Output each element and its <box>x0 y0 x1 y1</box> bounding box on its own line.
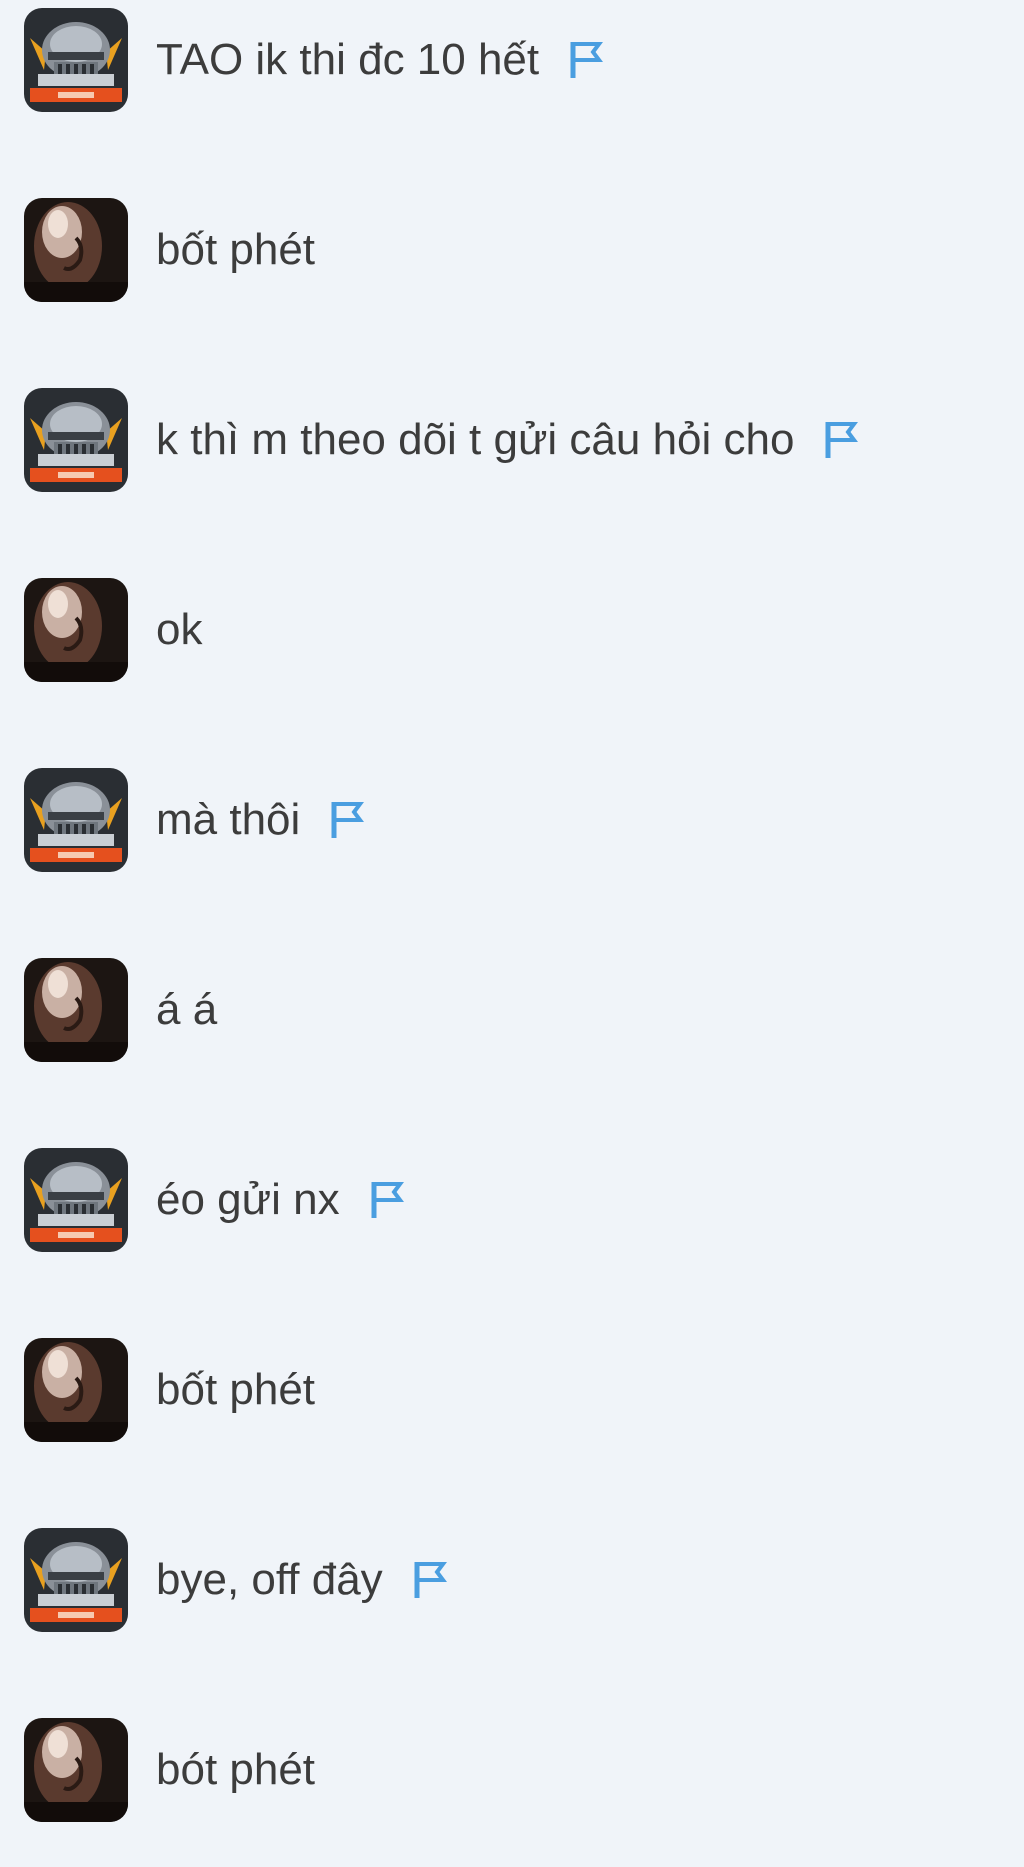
chat-message-row: bốt phét <box>0 1330 1024 1450</box>
bald-man-avatar-icon[interactable] <box>24 1338 128 1442</box>
chat-message-row: á á <box>0 950 1024 1070</box>
message-text: bốt phét <box>156 225 316 274</box>
message-text: éo gửi nx <box>156 1175 340 1224</box>
chat-message-list: TAO ik thi đc 10 hết bốt phét k thì m th… <box>0 0 1024 1867</box>
robot-avatar-icon[interactable] <box>24 8 128 112</box>
chat-message-row: ok <box>0 570 1024 690</box>
chat-message-row: bót phét <box>0 1710 1024 1830</box>
report-flag-icon[interactable] <box>567 38 607 82</box>
bald-man-avatar-icon[interactable] <box>24 1718 128 1822</box>
message-text: bót phét <box>156 1745 316 1794</box>
robot-avatar-icon[interactable] <box>24 768 128 872</box>
message-text: bốt phét <box>156 1365 316 1414</box>
message-text: k thì m theo dõi t gửi câu hỏi cho <box>156 415 795 464</box>
report-flag-icon[interactable] <box>822 418 862 462</box>
chat-message-row: éo gửi nx <box>0 1140 1024 1260</box>
report-flag-icon[interactable] <box>368 1178 408 1222</box>
message-text: á á <box>156 985 218 1034</box>
bald-man-avatar-icon[interactable] <box>24 198 128 302</box>
report-flag-icon[interactable] <box>328 798 368 842</box>
robot-avatar-icon[interactable] <box>24 1528 128 1632</box>
message-text: bye, off đây <box>156 1555 383 1604</box>
chat-message-row: mà thôi <box>0 760 1024 880</box>
report-flag-icon[interactable] <box>411 1558 451 1602</box>
robot-avatar-icon[interactable] <box>24 1148 128 1252</box>
bald-man-avatar-icon[interactable] <box>24 958 128 1062</box>
chat-message-row: TAO ik thi đc 10 hết <box>0 0 1024 120</box>
message-text: TAO ik thi đc 10 hết <box>156 35 540 84</box>
chat-message-row: bye, off đây <box>0 1520 1024 1640</box>
bald-man-avatar-icon[interactable] <box>24 578 128 682</box>
chat-message-row: bốt phét <box>0 190 1024 310</box>
chat-message-row: k thì m theo dõi t gửi câu hỏi cho <box>0 380 1024 500</box>
robot-avatar-icon[interactable] <box>24 388 128 492</box>
message-text: mà thôi <box>156 795 301 844</box>
message-text: ok <box>156 605 203 654</box>
